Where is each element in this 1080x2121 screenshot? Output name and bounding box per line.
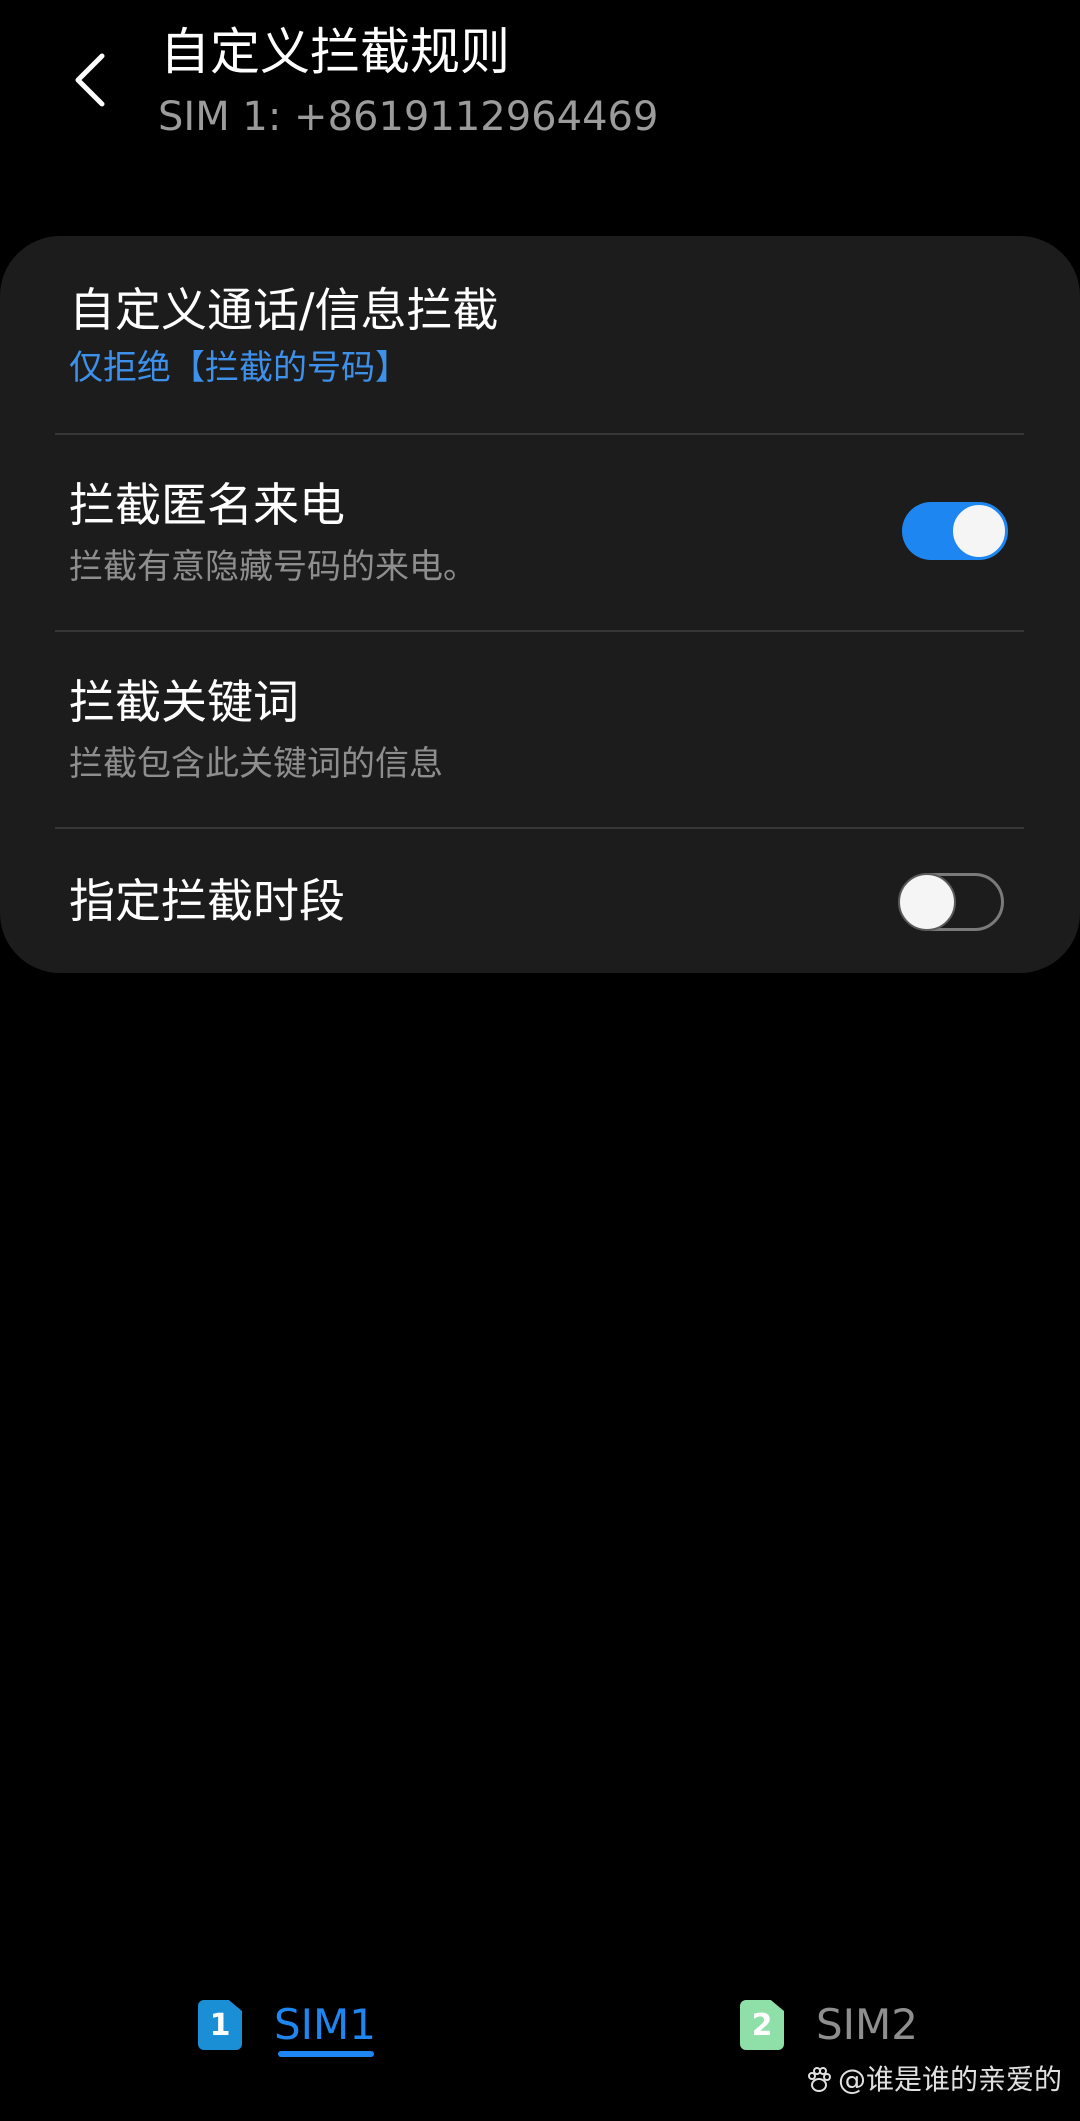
active-tab-indicator: [278, 2051, 374, 2057]
setting-item-title: 自定义通话/信息拦截: [69, 283, 499, 337]
toggle-knob: [898, 873, 956, 931]
toggle-knob: [950, 502, 1008, 560]
paw-logo-icon: [807, 2067, 831, 2092]
page-title: 自定义拦截规则: [160, 23, 510, 81]
back-button[interactable]: [60, 40, 120, 120]
block-anonymous-toggle[interactable]: [902, 502, 1008, 560]
tab-sim2[interactable]: 2 SIM2: [740, 1990, 918, 2060]
tab-sim1[interactable]: 1 SIM1: [198, 1990, 376, 2060]
setting-item-title: 拦截关键词: [69, 675, 299, 729]
tab-label: SIM1: [274, 2000, 377, 2049]
setting-item-block-anonymous[interactable]: 拦截匿名来电 拦截有意隐藏号码的来电。: [0, 435, 1080, 631]
setting-item-title: 指定拦截时段: [69, 874, 345, 928]
setting-item-subtitle: 拦截有意隐藏号码的来电。: [69, 547, 477, 587]
setting-item-title: 拦截匿名来电: [69, 478, 345, 532]
setting-item-subtitle: 仅拒绝【拦截的号码】: [69, 348, 409, 388]
setting-item-subtitle: 拦截包含此关键词的信息: [69, 744, 443, 784]
setting-item-block-keywords[interactable]: 拦截关键词 拦截包含此关键词的信息: [0, 632, 1080, 828]
block-schedule-toggle[interactable]: [898, 873, 1004, 931]
watermark: @谁是谁的亲爱的: [806, 2060, 1062, 2100]
sim-card-icon: 1: [198, 2000, 242, 2050]
watermark-text: @谁是谁的亲爱的: [837, 2063, 1062, 2096]
setting-item-custom-block[interactable]: 自定义通话/信息拦截 仅拒绝【拦截的号码】: [0, 236, 1080, 434]
setting-item-block-schedule[interactable]: 指定拦截时段: [0, 829, 1080, 973]
tab-label: SIM2: [816, 2000, 919, 2049]
page-subtitle: SIM 1: +8619112964469: [158, 94, 659, 140]
sim-card-icon: 2: [740, 2000, 784, 2050]
chevron-left-icon: [75, 53, 105, 107]
settings-card: 自定义通话/信息拦截 仅拒绝【拦截的号码】 拦截匿名来电 拦截有意隐藏号码的来电…: [0, 236, 1080, 973]
